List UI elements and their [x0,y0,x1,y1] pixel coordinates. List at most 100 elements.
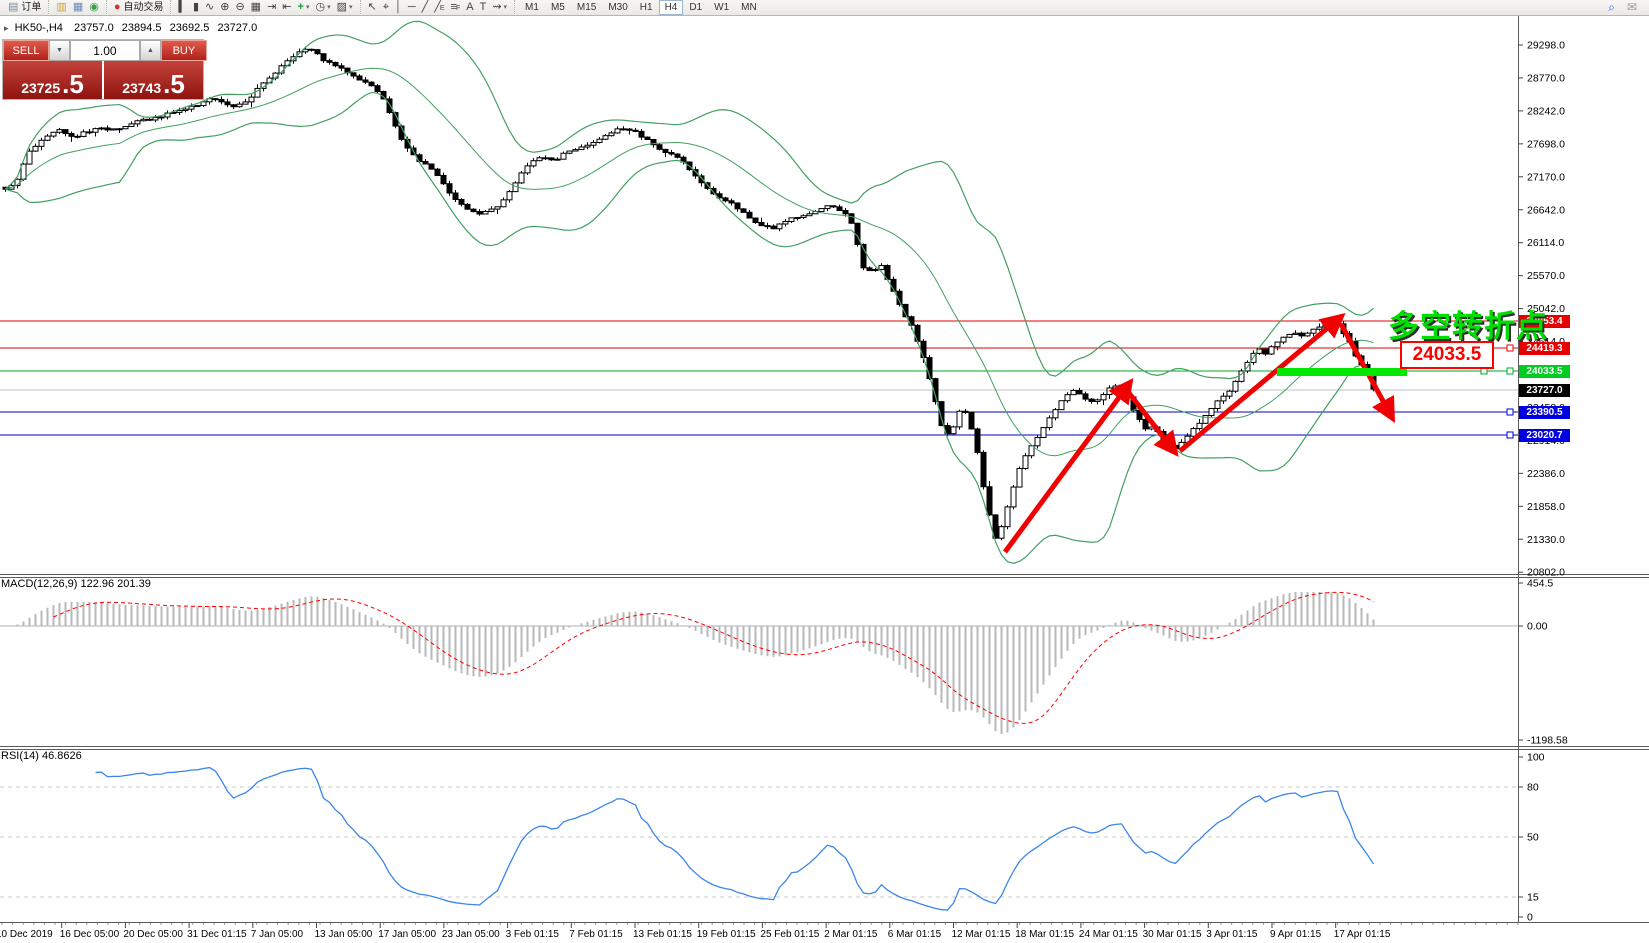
chart-shift-button[interactable]: ⇤ [279,0,294,15]
price-tag-24033.5[interactable]: 24033.5 [1519,364,1570,378]
price-tag-23020.7[interactable]: 23020.7 [1519,428,1570,442]
market-watch-button[interactable]: ▥ [53,0,69,15]
templates-button[interactable]: ▨ ▾ [334,0,356,15]
tile-windows-button[interactable]: ▦ [248,0,264,15]
price-tag-23390.5[interactable]: 23390.5 [1519,405,1570,419]
periods-button[interactable]: ◷ ▾ [312,0,333,15]
svg-text:7 Feb 01:15: 7 Feb 01:15 [569,929,623,940]
indicators-button[interactable]: + ▾ [295,0,313,15]
bar-chart-button[interactable]: ▍ [175,0,189,15]
high-value: 23894.5 [121,22,162,34]
buy-price-pips: .5 [163,68,185,99]
chart-canvas[interactable]: 29298.0 28770.0 28242.0 27698.0 27170.0 26642… [0,0,1649,943]
zoom-out-icon: ⊖ [235,1,245,13]
arrows-button[interactable]: ⇝ ▾ [489,0,510,15]
chevron-down-icon: ▾ [327,4,331,11]
toolbar-group-order: ▤ 订单 [1,0,48,16]
timeframe-button-M15[interactable]: M15 [571,0,602,15]
trendline-button[interactable]: ╱ [419,0,432,15]
svg-text:22386.0: 22386.0 [1527,468,1565,480]
horizontal-line-button[interactable]: ─ [405,0,419,15]
buy-price-display[interactable]: 23743 .5 [104,61,203,99]
chat-icon[interactable]: ✉ [1627,0,1637,15]
text-label-icon: T [479,1,487,13]
svg-text:27698.0: 27698.0 [1527,138,1565,150]
sell-price-display[interactable]: 23725 .5 [3,61,104,99]
autotrading-button[interactable]: ● 自动交易 [111,0,167,15]
toolbar-group-windows: ▥ ▦ ◉ [48,0,105,16]
volume-input[interactable] [69,40,140,61]
cursor-button[interactable]: ↖ [365,0,380,15]
timeframe-button-M30[interactable]: M30 [602,0,633,15]
macd-indicator-label: MACD(12,26,9) 122.96 201.39 [1,578,151,590]
symbol-period-label: HK50-,H4 [14,22,63,34]
svg-text:7 Jan 05:00: 7 Jan 05:00 [251,929,304,940]
svg-text:26642.0: 26642.0 [1527,204,1565,216]
svg-text:21858.0: 21858.0 [1527,501,1565,513]
buy-price-main: 23743 [122,80,162,96]
line-chart-button[interactable]: ∿ [202,0,217,15]
svg-text:80: 80 [1527,782,1539,794]
volume-decrease-button[interactable]: ▼ [49,40,70,61]
auto-scroll-button[interactable]: ⇥ [264,0,279,15]
text-button[interactable]: A [463,0,476,15]
timeframe-button-M5[interactable]: M5 [545,0,571,15]
line-chart-icon: ∿ [205,1,215,13]
periods-icon: ◷ [315,1,326,13]
svg-text:2 Mar 01:15: 2 Mar 01:15 [824,929,878,940]
cursor-icon: ↖ [367,1,377,13]
one-click-trading-panel: SELL ▼ ▲ BUY 23725 .5 23743 .5 [2,39,207,100]
equidistant-channel-button[interactable]: ╱ E [431,0,447,15]
data-window-button[interactable]: ▦ [70,0,86,15]
zoom-out-button[interactable]: ⊖ [232,0,247,15]
svg-text:28242.0: 28242.0 [1527,105,1565,117]
bull-bear-turning-point-annotation: 多空转折点 [1388,309,1548,344]
navigator-button[interactable]: ◉ [86,0,102,15]
chart-shift-icon: ⇤ [282,1,292,13]
timeframe-button-MN[interactable]: MN [735,0,763,15]
timeframe-button-M1[interactable]: M1 [519,0,545,15]
new-order-button[interactable]: ▤ 订单 [5,0,44,15]
timeframe-button-D1[interactable]: D1 [683,0,708,15]
candlestick-chart-button[interactable]: ▮ [190,0,202,15]
svg-text:23 Jan 05:00: 23 Jan 05:00 [442,929,500,940]
svg-text:28770.0: 28770.0 [1527,72,1565,84]
level-value-label: 24033.5 [1400,341,1494,369]
buy-button[interactable]: BUY [160,40,207,61]
vertical-line-icon: │ [394,1,402,13]
svg-text:3 Feb 01:15: 3 Feb 01:15 [506,929,560,940]
zoom-in-icon: ⊕ [220,1,230,13]
svg-text:27170.0: 27170.0 [1527,171,1565,183]
svg-text:24 Mar 01:15: 24 Mar 01:15 [1079,929,1138,940]
fibonacci-button[interactable]: ≡ F [448,0,464,15]
vertical-line-button[interactable]: │ [392,0,405,15]
crosshair-icon: ⌖ [382,1,389,13]
data-window-icon: ▦ [72,1,84,13]
main-toolbar: ▤ 订单 ▥ ▦ ◉ ● 自动交易 ▍ ▮ ∿ ⊕ ⊖ ▦ ⇥ ⇤ + ▾ ◷ ▾ ▨ ▾ ↖ ⌖ │ ─ ╱ ╱ E ≡ F… [0,0,1649,16]
volume-increase-button[interactable]: ▲ [139,40,161,61]
svg-text:6 Mar 01:15: 6 Mar 01:15 [888,929,942,940]
toolbar-group-autotrading: ● 自动交易 [105,0,171,16]
toolbar-group-drawing-tools: ↖ ⌖ │ ─ ╱ ╱ E ≡ F A T ⇝ ▾ [359,0,515,16]
svg-text:100: 100 [1527,752,1545,764]
svg-text:50: 50 [1527,832,1539,844]
timeframe-button-W1[interactable]: W1 [708,0,735,15]
horizontal-line-icon: ─ [407,1,416,13]
sell-button[interactable]: SELL [3,40,49,61]
svg-text:19 Feb 01:15: 19 Feb 01:15 [697,929,756,940]
auto-scroll-icon: ⇥ [267,1,277,13]
timeframe-button-H1[interactable]: H1 [634,0,659,15]
chevron-down-icon: ▾ [349,4,353,11]
search-icon[interactable]: ⌕ [1608,0,1615,15]
candlestick-chart-icon: ▮ [192,1,200,13]
market-watch-icon: ▥ [56,1,67,13]
svg-text:26114.0: 26114.0 [1527,237,1564,249]
svg-text:25 Feb 01:15: 25 Feb 01:15 [760,929,819,940]
zoom-in-button[interactable]: ⊕ [217,0,232,15]
svg-text:20 Dec 05:00: 20 Dec 05:00 [123,929,183,940]
crosshair-button[interactable]: ⌖ [380,0,392,15]
text-label-button[interactable]: T [477,0,490,15]
symbol-marker-icon: ▸ [4,23,9,33]
timeframe-button-H4[interactable]: H4 [658,0,684,15]
svg-text:454.5: 454.5 [1527,578,1553,590]
